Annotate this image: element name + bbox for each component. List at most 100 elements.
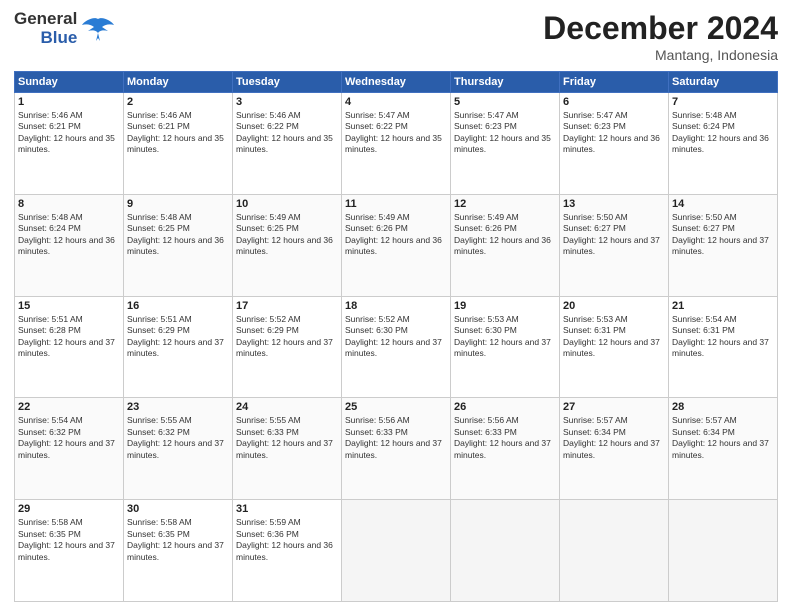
day-number: 15 xyxy=(18,300,120,312)
table-row xyxy=(560,500,669,602)
table-row: 1Sunrise: 5:46 AMSunset: 6:21 PMDaylight… xyxy=(15,93,124,195)
day-info: Sunrise: 5:46 AMSunset: 6:21 PMDaylight:… xyxy=(127,110,229,156)
table-row: 19 Sunrise: 5:53 AMSunset: 6:30 PMDayligh… xyxy=(451,296,560,398)
day-number: 16 xyxy=(127,300,229,312)
table-row: 17Sunrise: 5:52 AMSunset: 6:29 PMDayligh… xyxy=(233,296,342,398)
calendar-week-row: 8 Sunrise: 5:48 AMSunset: 6:24 PMDaylight… xyxy=(15,194,778,296)
day-number: 7 xyxy=(672,96,774,108)
day-info: Sunrise: 5:50 AMSunset: 6:27 PMDaylight:… xyxy=(672,212,774,258)
table-row: 14Sunrise: 5:50 AMSunset: 6:27 PMDayligh… xyxy=(669,194,778,296)
table-row: 15 Sunrise: 5:51 AMSunset: 6:28 PMDayligh… xyxy=(15,296,124,398)
table-row: 13Sunrise: 5:50 AMSunset: 6:27 PMDayligh… xyxy=(560,194,669,296)
day-number: 30 xyxy=(127,503,229,515)
col-tuesday: Tuesday xyxy=(233,72,342,93)
table-row: 10 Sunrise: 5:49 AMSunset: 6:25 PMDayligh… xyxy=(233,194,342,296)
day-number: 29 xyxy=(18,503,120,515)
day-number: 23 xyxy=(127,401,229,413)
day-info: Sunrise: 5:58 AMSunset: 6:35 PMDaylight:… xyxy=(127,517,229,563)
day-number: 11 xyxy=(345,198,447,210)
calendar-week-row: 22 Sunrise: 5:54 AMSunset: 6:32 PMDayligh… xyxy=(15,398,778,500)
table-row: 20Sunrise: 5:53 AMSunset: 6:31 PMDayligh… xyxy=(560,296,669,398)
table-row: 7 Sunrise: 5:48 AMSunset: 6:24 PMDaylight… xyxy=(669,93,778,195)
logo-blue: Blue xyxy=(40,29,77,48)
day-number: 17 xyxy=(236,300,338,312)
col-wednesday: Wednesday xyxy=(342,72,451,93)
main-title: December 2024 xyxy=(543,10,778,47)
day-info: Sunrise: 5:57 AMSunset: 6:34 PMDaylight:… xyxy=(672,415,774,461)
day-info: Sunrise: 5:57 AMSunset: 6:34 PMDaylight:… xyxy=(563,415,665,461)
title-section: December 2024 Mantang, Indonesia xyxy=(543,10,778,63)
main-container: General Blue December 2024 Mantang, Indo… xyxy=(0,0,792,612)
table-row: 25 Sunrise: 5:56 AMSunset: 6:33 PMDayligh… xyxy=(342,398,451,500)
day-info: Sunrise: 5:48 AMSunset: 6:24 PMDaylight:… xyxy=(18,212,120,258)
day-info: Sunrise: 5:48 AMSunset: 6:25 PMDaylight:… xyxy=(127,212,229,258)
day-number: 10 xyxy=(236,198,338,210)
day-info: Sunrise: 5:56 AMSunset: 6:33 PMDaylight:… xyxy=(345,415,447,461)
day-info: Sunrise: 5:52 AMSunset: 6:30 PMDaylight:… xyxy=(345,314,447,360)
table-row xyxy=(451,500,560,602)
day-number: 6 xyxy=(563,96,665,108)
table-row: 8 Sunrise: 5:48 AMSunset: 6:24 PMDaylight… xyxy=(15,194,124,296)
table-row: 3 Sunrise: 5:46 AMSunset: 6:22 PMDaylight… xyxy=(233,93,342,195)
calendar-header-row: Sunday Monday Tuesday Wednesday Thursday… xyxy=(15,72,778,93)
col-saturday: Saturday xyxy=(669,72,778,93)
day-number: 21 xyxy=(672,300,774,312)
table-row: 18 Sunrise: 5:52 AMSunset: 6:30 PMDayligh… xyxy=(342,296,451,398)
table-row: 22 Sunrise: 5:54 AMSunset: 6:32 PMDayligh… xyxy=(15,398,124,500)
day-info: Sunrise: 5:49 AMSunset: 6:26 PMDaylight:… xyxy=(454,212,556,258)
day-info: Sunrise: 5:54 AMSunset: 6:31 PMDaylight:… xyxy=(672,314,774,360)
header: General Blue December 2024 Mantang, Indo… xyxy=(14,10,778,63)
calendar-week-row: 15 Sunrise: 5:51 AMSunset: 6:28 PMDayligh… xyxy=(15,296,778,398)
day-info: Sunrise: 5:48 AMSunset: 6:24 PMDaylight:… xyxy=(672,110,774,156)
table-row: 11 Sunrise: 5:49 AMSunset: 6:26 PMDayligh… xyxy=(342,194,451,296)
table-row: 12Sunrise: 5:49 AMSunset: 6:26 PMDayligh… xyxy=(451,194,560,296)
calendar-week-row: 29 Sunrise: 5:58 AMSunset: 6:35 PMDayligh… xyxy=(15,500,778,602)
day-number: 4 xyxy=(345,96,447,108)
table-row: 29Sunrise: 5:58 AMSunset: 6:35 PMDayligh… xyxy=(15,500,124,602)
day-number: 19 xyxy=(454,300,556,312)
day-number: 3 xyxy=(236,96,338,108)
day-info: Sunrise: 5:53 AMSunset: 6:30 PMDaylight:… xyxy=(454,314,556,360)
table-row: 9Sunrise: 5:48 AMSunset: 6:25 PMDaylight… xyxy=(124,194,233,296)
day-number: 8 xyxy=(18,198,120,210)
day-info: Sunrise: 5:55 AMSunset: 6:32 PMDaylight:… xyxy=(127,415,229,461)
table-row: 30 Sunrise: 5:58 AMSunset: 6:35 PMDayligh… xyxy=(124,500,233,602)
day-info: Sunrise: 5:49 AMSunset: 6:26 PMDaylight:… xyxy=(345,212,447,258)
day-number: 26 xyxy=(454,401,556,413)
day-number: 5 xyxy=(454,96,556,108)
col-friday: Friday xyxy=(560,72,669,93)
day-info: Sunrise: 5:54 AMSunset: 6:32 PMDaylight:… xyxy=(18,415,120,461)
table-row xyxy=(342,500,451,602)
day-info: Sunrise: 5:53 AMSunset: 6:31 PMDaylight:… xyxy=(563,314,665,360)
day-number: 24 xyxy=(236,401,338,413)
subtitle: Mantang, Indonesia xyxy=(543,47,778,63)
table-row: 27 Sunrise: 5:57 AMSunset: 6:34 PMDayligh… xyxy=(560,398,669,500)
day-number: 22 xyxy=(18,401,120,413)
table-row: 2 Sunrise: 5:46 AMSunset: 6:21 PMDaylight… xyxy=(124,93,233,195)
day-number: 1 xyxy=(18,96,120,108)
day-number: 18 xyxy=(345,300,447,312)
table-row: 6 Sunrise: 5:47 AMSunset: 6:23 PMDaylight… xyxy=(560,93,669,195)
col-monday: Monday xyxy=(124,72,233,93)
day-info: Sunrise: 5:47 AMSunset: 6:23 PMDaylight:… xyxy=(563,110,665,156)
col-thursday: Thursday xyxy=(451,72,560,93)
table-row: 21 Sunrise: 5:54 AMSunset: 6:31 PMDayligh… xyxy=(669,296,778,398)
day-info: Sunrise: 5:55 AMSunset: 6:33 PMDaylight:… xyxy=(236,415,338,461)
day-info: Sunrise: 5:46 AMSunset: 6:22 PMDaylight:… xyxy=(236,110,338,156)
table-row xyxy=(669,500,778,602)
day-number: 2 xyxy=(127,96,229,108)
calendar-week-row: 1 Sunrise: 5:46 AMSunset: 6:21 PMDaylight… xyxy=(15,93,778,195)
day-info: Sunrise: 5:51 AMSunset: 6:28 PMDaylight:… xyxy=(18,314,120,360)
table-row: 24 Sunrise: 5:55 AMSunset: 6:33 PMDayligh… xyxy=(233,398,342,500)
table-row: 16Sunrise: 5:51 AMSunset: 6:29 PMDayligh… xyxy=(124,296,233,398)
day-info: Sunrise: 5:49 AMSunset: 6:25 PMDaylight:… xyxy=(236,212,338,258)
day-info: Sunrise: 5:59 AMSunset: 6:36 PMDaylight:… xyxy=(236,517,338,563)
calendar-table: Sunday Monday Tuesday Wednesday Thursday… xyxy=(14,71,778,602)
day-number: 27 xyxy=(563,401,665,413)
day-info: Sunrise: 5:47 AMSunset: 6:23 PMDaylight:… xyxy=(454,110,556,156)
day-info: Sunrise: 5:47 AMSunset: 6:22 PMDaylight:… xyxy=(345,110,447,156)
col-sunday: Sunday xyxy=(15,72,124,93)
day-number: 13 xyxy=(563,198,665,210)
day-number: 25 xyxy=(345,401,447,413)
table-row: 26Sunrise: 5:56 AMSunset: 6:33 PMDayligh… xyxy=(451,398,560,500)
